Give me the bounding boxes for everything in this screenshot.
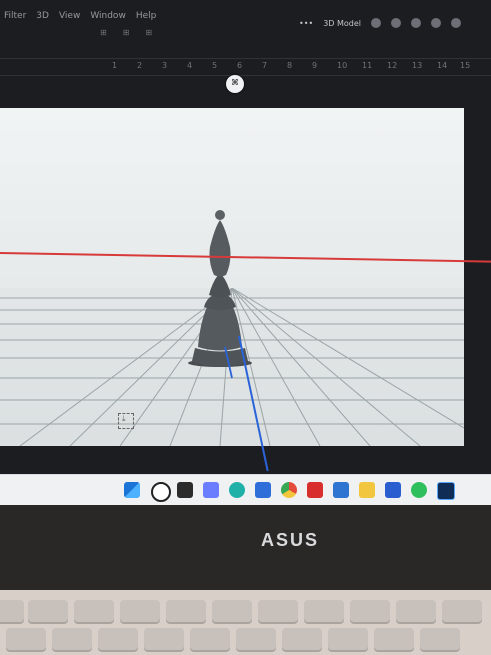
orbit-icon[interactable] xyxy=(371,18,381,28)
compass-icon[interactable]: ⌘ xyxy=(226,75,244,93)
whatsapp-icon[interactable] xyxy=(411,482,427,498)
pan-icon[interactable] xyxy=(411,18,421,28)
horizontal-ruler: 1 2 3 4 5 6 7 8 9 10 11 12 13 14 15 xyxy=(0,58,491,76)
key[interactable] xyxy=(350,600,390,624)
folder-icon[interactable] xyxy=(359,482,375,498)
ruler-2: 2 xyxy=(137,61,143,70)
menu-3d[interactable]: 3D xyxy=(36,11,49,21)
option-placeholder-1: ⊞ xyxy=(100,28,107,37)
ruler-9: 9 xyxy=(312,61,318,70)
key[interactable] xyxy=(258,600,298,624)
bishop-model[interactable] xyxy=(175,203,265,383)
asus-logo: ASUS xyxy=(260,530,319,550)
key[interactable] xyxy=(374,628,414,652)
key[interactable] xyxy=(74,600,114,624)
key[interactable] xyxy=(28,600,68,624)
start-icon[interactable] xyxy=(124,482,140,498)
key[interactable] xyxy=(6,628,46,652)
ruler-11: 11 xyxy=(362,61,373,70)
ruler-15: 15 xyxy=(460,61,471,70)
key[interactable] xyxy=(282,628,322,652)
option-placeholder-2: ⊞ xyxy=(122,28,130,37)
key[interactable] xyxy=(98,628,138,652)
ruler-4: 4 xyxy=(187,61,193,70)
search-icon[interactable] xyxy=(151,482,171,502)
key[interactable] xyxy=(120,600,160,624)
task-view-icon[interactable] xyxy=(177,482,193,498)
menu-window[interactable]: Window xyxy=(90,11,126,21)
option-placeholder-3: ⊞ xyxy=(145,28,153,37)
key[interactable] xyxy=(328,628,368,652)
ruler-3: 3 xyxy=(162,61,168,70)
key[interactable] xyxy=(212,600,252,624)
pdf-icon[interactable] xyxy=(307,482,323,498)
mail-icon[interactable] xyxy=(385,482,401,498)
ruler-6: 6 xyxy=(237,61,243,70)
key[interactable] xyxy=(166,600,206,624)
key[interactable] xyxy=(144,628,184,652)
ruler-12: 12 xyxy=(387,61,398,70)
key[interactable] xyxy=(442,600,482,624)
3d-mode-toolbar: ••• 3D Model xyxy=(299,18,461,28)
key[interactable] xyxy=(236,628,276,652)
photoshop-window: Filter 3D View Window Help ⊞ ⊞ ⊞ ••• 3D … xyxy=(0,0,491,505)
ruler-13: 13 xyxy=(412,61,423,70)
windows-taskbar xyxy=(0,474,491,505)
3d-canvas[interactable]: ⤓ xyxy=(0,108,464,446)
ruler-5: 5 xyxy=(212,61,218,70)
key[interactable] xyxy=(52,628,92,652)
ruler-1: 1 xyxy=(112,61,118,70)
options-bar: ⊞ ⊞ ⊞ xyxy=(100,28,152,37)
photoshop-icon[interactable] xyxy=(437,482,455,500)
align-anchor-icon[interactable]: ⤓ xyxy=(118,413,134,429)
ruler-14: 14 xyxy=(437,61,448,70)
menu-view[interactable]: View xyxy=(59,11,80,21)
ruler-10: 10 xyxy=(337,61,348,70)
ruler-8: 8 xyxy=(287,61,293,70)
more-icon[interactable]: ••• xyxy=(299,19,313,28)
key[interactable] xyxy=(0,600,24,624)
key[interactable] xyxy=(304,600,344,624)
chat-icon[interactable] xyxy=(203,482,219,498)
chrome-icon[interactable] xyxy=(281,482,297,498)
slide-icon[interactable] xyxy=(431,18,441,28)
menu-filter[interactable]: Filter xyxy=(4,11,26,21)
edge-icon[interactable] xyxy=(229,482,245,498)
ruler-7: 7 xyxy=(262,61,268,70)
key[interactable] xyxy=(396,600,436,624)
keyboard xyxy=(0,590,491,655)
store-icon[interactable] xyxy=(255,482,271,498)
photos-icon[interactable] xyxy=(333,482,349,498)
menu-help[interactable]: Help xyxy=(136,11,157,21)
roll-icon[interactable] xyxy=(391,18,401,28)
key[interactable] xyxy=(420,628,460,652)
key[interactable] xyxy=(190,628,230,652)
3d-model-label: 3D Model xyxy=(323,18,361,28)
scale-icon[interactable] xyxy=(451,18,461,28)
